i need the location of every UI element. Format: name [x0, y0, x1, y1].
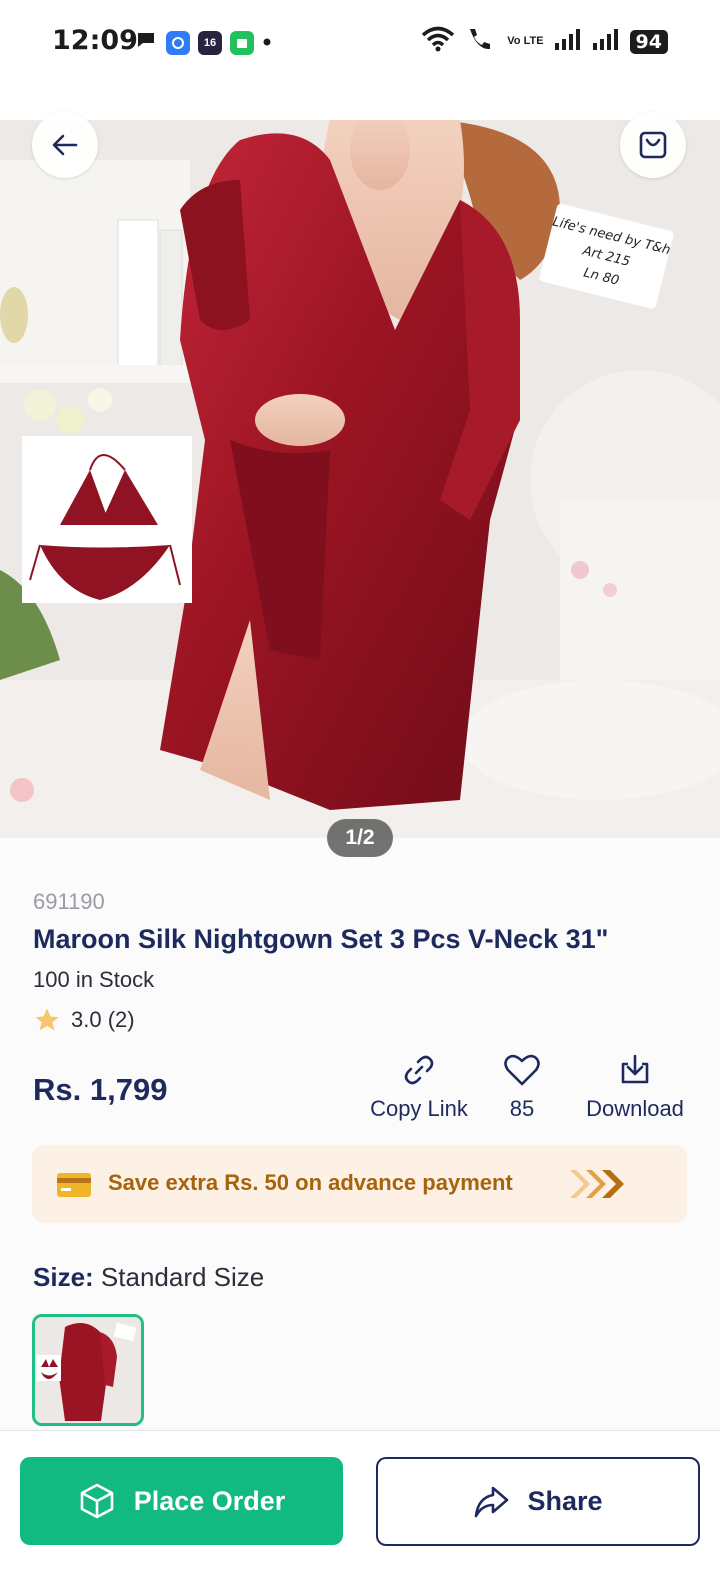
product-price: Rs. 1,799	[33, 1072, 168, 1107]
copy-link-button[interactable]: Copy Link	[360, 1052, 478, 1122]
chat-icon	[134, 28, 158, 57]
product-rating[interactable]: 3.0 (2)	[33, 1006, 135, 1034]
back-button[interactable]	[32, 112, 98, 178]
store-app-icon	[230, 30, 254, 55]
notification-icons: 16	[134, 28, 272, 57]
like-button[interactable]: 85	[492, 1052, 552, 1122]
calendar-app-icon: 16	[198, 30, 222, 55]
status-indicators: Vo LTE 94	[421, 26, 668, 57]
download-icon	[621, 1054, 649, 1084]
heart-icon	[504, 1054, 540, 1086]
product-title: Maroon Silk Nightgown Set 3 Pcs V-Neck 3…	[33, 924, 609, 954]
battery-level: 94	[629, 29, 668, 54]
star-icon	[35, 1008, 59, 1031]
package-icon	[80, 1483, 114, 1519]
product-photo: Life's need by T&h Art 215 Ln 80	[0, 120, 720, 838]
download-button[interactable]: Download	[570, 1052, 700, 1122]
bottom-action-bar: Place Order Share	[0, 1430, 720, 1571]
size-option-standard[interactable]	[32, 1314, 144, 1426]
status-time: 12:09	[52, 25, 138, 56]
product-actions: Copy Link 85 Download	[360, 1052, 700, 1132]
download-label: Download	[586, 1096, 684, 1121]
advance-payment-banner[interactable]: Save extra Rs. 50 on advance payment	[32, 1145, 687, 1223]
arrow-left-icon	[52, 134, 78, 156]
link-icon	[404, 1055, 434, 1085]
sync-app-icon	[166, 30, 190, 55]
copy-link-label: Copy Link	[370, 1096, 468, 1121]
share-label: Share	[527, 1486, 603, 1516]
header-strip	[0, 84, 720, 120]
signal-icon-2	[592, 27, 620, 56]
share-button[interactable]: Share	[376, 1457, 700, 1546]
wifi-calling-icon	[465, 26, 497, 57]
shopping-bag-icon	[639, 131, 667, 159]
product-image[interactable]: Life's need by T&h Art 215 Ln 80	[0, 120, 720, 838]
stock-status: 100 in Stock	[33, 967, 155, 992]
size-label: Size:	[33, 1262, 94, 1292]
image-pager: 1/2	[327, 819, 393, 857]
volte-label: Vo LTE	[507, 35, 544, 47]
credit-card-icon	[57, 1173, 91, 1197]
size-thumbnail-image	[35, 1317, 141, 1423]
promo-text: Save extra Rs. 50 on advance payment	[108, 1170, 513, 1195]
wifi-icon	[421, 26, 455, 57]
status-bar: 12:09 16 Vo LTE 94	[0, 0, 720, 84]
like-count: 85	[509, 1096, 535, 1121]
product-sku: 691190	[33, 889, 105, 914]
signal-icon-1	[554, 27, 582, 56]
share-arrow-icon	[475, 1486, 509, 1517]
chevrons-right-icon	[570, 1170, 624, 1198]
more-dot-icon	[262, 34, 272, 52]
place-order-button[interactable]: Place Order	[20, 1457, 343, 1545]
size-selector-label: Size: Standard Size	[33, 1262, 264, 1293]
rating-text: 3.0 (2)	[71, 1007, 135, 1032]
calendar-badge: 16	[203, 36, 217, 49]
place-order-label: Place Order	[133, 1485, 286, 1516]
size-value: Standard Size	[100, 1262, 265, 1292]
cart-button[interactable]	[620, 112, 686, 178]
